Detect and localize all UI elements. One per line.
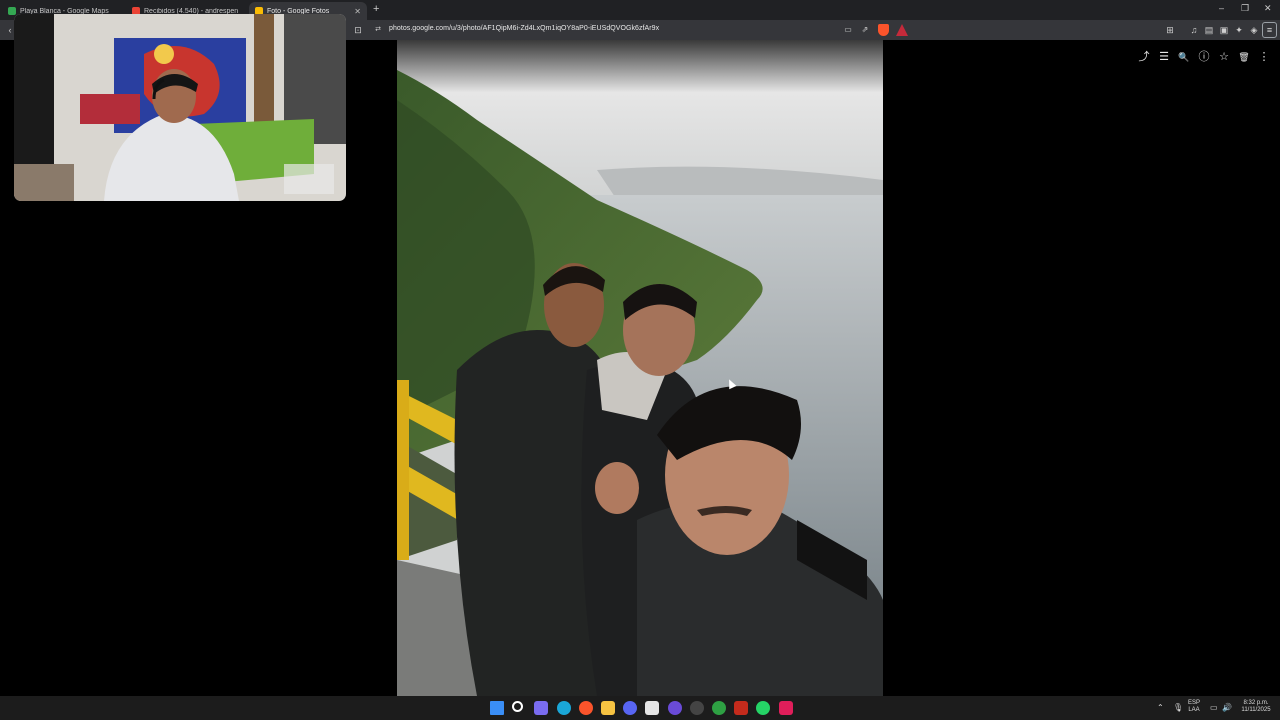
info-icon[interactable]: ⓘ (1197, 50, 1211, 64)
share-page-icon[interactable]: ⇗ (859, 24, 871, 36)
zoom-icon[interactable]: 🔍 (1177, 50, 1191, 64)
media-icon[interactable]: ♫ (1188, 24, 1200, 36)
cast-icon[interactable]: ▭ (842, 24, 854, 36)
delete-icon[interactable]: 🗑 (1237, 50, 1251, 64)
bookmark-icon[interactable]: ⊡ (352, 24, 364, 36)
selfie-lake-photo (397, 40, 883, 696)
close-window-button[interactable]: ✕ (1264, 3, 1272, 14)
maps-favicon-icon (8, 7, 16, 15)
new-tab-button[interactable]: + (373, 3, 379, 15)
volume-icon[interactable]: 🔊 (1222, 703, 1232, 712)
calendar-icon[interactable] (734, 701, 748, 715)
windows-taskbar: ⌃ 🎙 ESP LAA ▭ 🔊 8:32 p.m. 11/11/2025 (0, 696, 1280, 720)
webcam-image (14, 14, 346, 201)
share-icon[interactable]: ⤴ (1137, 50, 1151, 64)
site-info-icon[interactable]: ⇄ (372, 24, 384, 36)
favorite-icon[interactable]: ☆ (1217, 50, 1231, 64)
tab-close-icon[interactable]: ✕ (354, 7, 361, 16)
clock[interactable]: 8:32 p.m. 11/11/2025 (1238, 700, 1274, 714)
brave-shields-icon[interactable] (878, 24, 889, 36)
brave-icon[interactable] (579, 701, 593, 715)
network-icon[interactable]: ▭ (1210, 703, 1218, 712)
language-indicator[interactable]: ESP LAA (1188, 700, 1200, 714)
screenshot-icon[interactable]: ⊞ (1164, 24, 1176, 36)
menu-icon[interactable]: ≡ (1262, 22, 1277, 38)
store-icon[interactable] (645, 701, 659, 715)
vpn-icon[interactable]: ◈ (1248, 24, 1260, 36)
discord-icon[interactable] (623, 701, 637, 715)
webcam-overlay (14, 14, 346, 201)
slack-icon[interactable] (779, 701, 793, 715)
windows-start-icon[interactable] (490, 701, 504, 715)
obs-icon[interactable] (690, 701, 704, 715)
copilot-icon[interactable] (534, 701, 548, 715)
show-hidden-icons-icon[interactable]: ⌃ (1157, 703, 1164, 712)
edge-icon[interactable] (557, 701, 571, 715)
file-explorer-icon[interactable] (601, 701, 615, 715)
more-options-icon[interactable]: ⋮ (1257, 50, 1271, 64)
wallet-icon[interactable]: ▣ (1218, 24, 1230, 36)
language-variant: LAA (1188, 707, 1200, 713)
cortana-icon[interactable] (668, 701, 682, 715)
whatsapp-icon[interactable] (756, 701, 770, 715)
restore-button[interactable]: ❐ (1241, 3, 1249, 14)
brave-rewards-icon[interactable] (896, 24, 908, 36)
edit-icon[interactable]: ☰ (1157, 50, 1171, 64)
clock-time: 8:32 p.m. (1243, 700, 1269, 706)
search-icon[interactable] (512, 701, 523, 712)
extensions-icon[interactable]: ✦ (1233, 24, 1245, 36)
clock-date: 11/11/2025 (1241, 707, 1271, 713)
minimize-button[interactable]: – (1219, 3, 1224, 13)
language-code: ESP (1188, 700, 1201, 706)
address-bar[interactable]: photos.google.com/u/3/photo/AF1QipM6i-Zd… (389, 25, 659, 32)
photo-image[interactable] (397, 40, 883, 696)
sidebar-icon[interactable]: ▤ (1203, 24, 1215, 36)
microphone-icon[interactable]: 🎙 (1173, 703, 1183, 712)
app-icon[interactable] (712, 701, 726, 715)
